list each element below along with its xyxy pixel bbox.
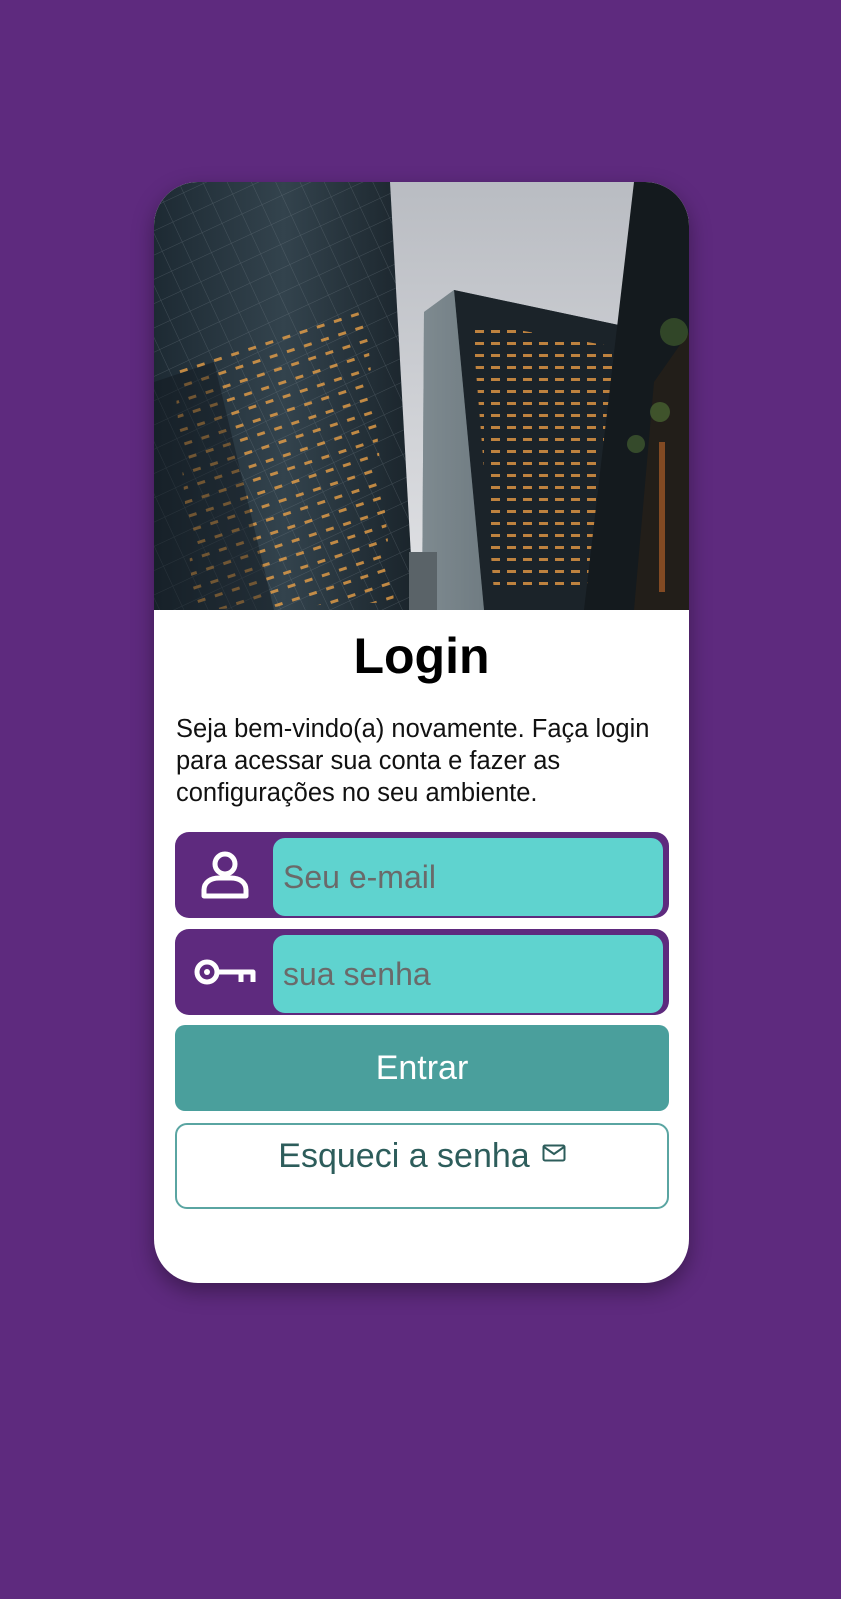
hero-image <box>154 182 689 610</box>
forgot-password-content: Esqueci a senha <box>278 1137 566 1176</box>
password-field-group <box>175 929 669 1015</box>
key-icon <box>193 944 257 1000</box>
page-title: Login <box>353 628 490 684</box>
login-button[interactable]: Entrar <box>175 1025 669 1111</box>
email-input[interactable] <box>273 838 663 916</box>
welcome-text: Seja bem-vindo(a) novamente. Faça login … <box>176 715 650 807</box>
mail-icon <box>542 1132 566 1171</box>
email-field-group <box>175 832 669 918</box>
forgot-password-label: Esqueci a senha <box>278 1137 530 1175</box>
login-card: Login Seja bem-vindo(a) novamente. Faça … <box>154 182 689 1283</box>
password-input[interactable] <box>273 935 663 1013</box>
forgot-password-button[interactable]: Esqueci a senha <box>175 1123 669 1209</box>
user-icon <box>193 847 257 903</box>
